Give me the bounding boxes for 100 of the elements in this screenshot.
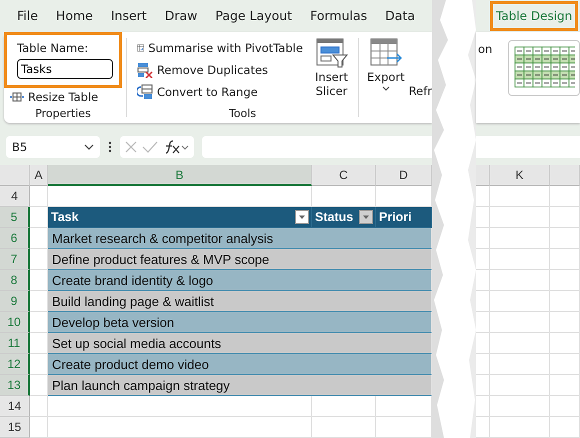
column-header[interactable]: D bbox=[376, 165, 432, 186]
table-style-gallery[interactable] bbox=[508, 40, 580, 96]
ribbon-tab[interactable]: Home bbox=[46, 0, 102, 31]
table-header-cell: Priori bbox=[376, 207, 432, 228]
table-cell bbox=[476, 207, 490, 228]
table-cell: Define product features & MVP scope bbox=[48, 249, 432, 270]
table-header-cell: Status bbox=[312, 207, 376, 228]
table-cell bbox=[490, 228, 550, 249]
convert-to-range-icon bbox=[136, 84, 153, 100]
table-header-cell: Task bbox=[48, 207, 312, 228]
column-header[interactable]: K bbox=[490, 165, 550, 186]
table-cell bbox=[476, 333, 490, 354]
table-cell bbox=[490, 333, 550, 354]
row-header[interactable]: 12 bbox=[0, 354, 30, 375]
table-cell bbox=[550, 291, 580, 312]
table-cell bbox=[490, 375, 550, 396]
table-cell bbox=[490, 417, 550, 438]
formula-field[interactable] bbox=[202, 136, 432, 158]
table-cell bbox=[490, 207, 550, 228]
table-cell bbox=[490, 291, 550, 312]
ribbon-tab[interactable]: Formulas bbox=[301, 0, 376, 31]
row-header[interactable]: 4 bbox=[0, 186, 30, 207]
table-cell bbox=[476, 312, 490, 333]
export-icon bbox=[368, 38, 403, 68]
table-cell bbox=[476, 291, 490, 312]
table-style-icon[interactable] bbox=[513, 44, 576, 89]
ribbon-tab[interactable]: Data bbox=[376, 0, 424, 31]
ribbon-label: on bbox=[477, 40, 494, 56]
refresh-label: Refr bbox=[408, 82, 432, 100]
table-cell bbox=[490, 312, 550, 333]
table-cell bbox=[550, 186, 580, 207]
table-cell bbox=[550, 270, 580, 291]
row-header[interactable]: 5 bbox=[0, 207, 30, 228]
table-cell bbox=[312, 396, 376, 417]
table-cell: Set up social media accounts bbox=[48, 333, 432, 354]
column-header[interactable] bbox=[550, 165, 580, 186]
insert-slicer-button[interactable]: Insert Slicer bbox=[308, 32, 354, 102]
column-header[interactable]: B bbox=[48, 165, 312, 186]
column-header[interactable] bbox=[476, 165, 490, 186]
table-cell bbox=[490, 270, 550, 291]
ribbon-tab[interactable]: Draw bbox=[156, 0, 206, 31]
row-header[interactable]: 10 bbox=[0, 312, 30, 333]
column-header[interactable]: A bbox=[30, 165, 48, 186]
filter-dropdown-icon[interactable] bbox=[359, 210, 373, 224]
table-cell bbox=[490, 186, 550, 207]
name-box[interactable]: B5 bbox=[6, 136, 100, 158]
slicer-icon bbox=[314, 38, 349, 68]
row-header[interactable]: 9 bbox=[0, 291, 30, 312]
table-cell bbox=[550, 375, 580, 396]
table-cell: Create brand identity & logo bbox=[48, 270, 432, 291]
table-cell bbox=[490, 249, 550, 270]
input-field[interactable]: Tasks bbox=[17, 58, 113, 79]
cancel-icon[interactable] bbox=[124, 140, 138, 154]
table-cell bbox=[476, 375, 490, 396]
ribbon-tab[interactable]: Page Layout bbox=[206, 0, 302, 31]
resize-table-button[interactable]: Resize Table bbox=[4, 88, 122, 106]
table-cell bbox=[476, 186, 490, 207]
table-cell bbox=[476, 354, 490, 375]
row-header[interactable]: 11 bbox=[0, 333, 30, 354]
table-cell bbox=[550, 228, 580, 249]
table-cell bbox=[312, 417, 376, 438]
more-icon bbox=[108, 141, 112, 154]
ribbon-command[interactable]: Summarise with PivotTable bbox=[130, 38, 309, 58]
table-cell: Create product demo video bbox=[48, 354, 432, 375]
table-cell bbox=[490, 354, 550, 375]
ribbon-command[interactable]: Convert to Range bbox=[130, 82, 309, 102]
table-cell bbox=[30, 417, 48, 438]
ribbon-tab[interactable]: File bbox=[8, 0, 47, 31]
table-cell: Market research & competitor analysis bbox=[48, 228, 432, 249]
checkmark-icon[interactable] bbox=[142, 140, 158, 154]
select-all-corner[interactable] bbox=[0, 165, 30, 186]
remove-duplicates-icon bbox=[136, 62, 153, 78]
table-name-label: Table Name: bbox=[17, 40, 90, 55]
table-cell bbox=[30, 186, 48, 207]
table-cell bbox=[550, 396, 580, 417]
row-header[interactable]: 8 bbox=[0, 270, 30, 291]
table-cell bbox=[550, 249, 580, 270]
column-header[interactable]: C bbox=[312, 165, 376, 186]
row-header[interactable]: 13 bbox=[0, 375, 30, 396]
row-header[interactable]: 6 bbox=[0, 228, 30, 249]
filter-dropdown-icon[interactable] bbox=[295, 210, 309, 224]
table-cell bbox=[550, 333, 580, 354]
table-cell bbox=[476, 249, 490, 270]
resize-icon bbox=[10, 90, 24, 103]
row-header[interactable]: 7 bbox=[0, 249, 30, 270]
export-button[interactable]: Export bbox=[363, 32, 409, 124]
table-cell bbox=[476, 228, 490, 249]
chevron-icon bbox=[84, 144, 94, 150]
table-cell: Build landing page & waitlist bbox=[48, 291, 432, 312]
row-header[interactable]: 15 bbox=[0, 417, 30, 438]
table-cell bbox=[550, 354, 580, 375]
table-cell bbox=[550, 312, 580, 333]
table-cell bbox=[30, 396, 48, 417]
row-header[interactable]: 14 bbox=[0, 396, 30, 417]
ribbon-tab[interactable]: Table Design bbox=[490, 0, 578, 31]
table-cell: Develop beta version bbox=[48, 312, 432, 333]
ribbon-command[interactable]: Remove Duplicates bbox=[130, 60, 309, 80]
ribbon-tab[interactable]: Insert bbox=[102, 0, 156, 31]
table-cell bbox=[476, 417, 490, 438]
table-cell bbox=[550, 417, 580, 438]
